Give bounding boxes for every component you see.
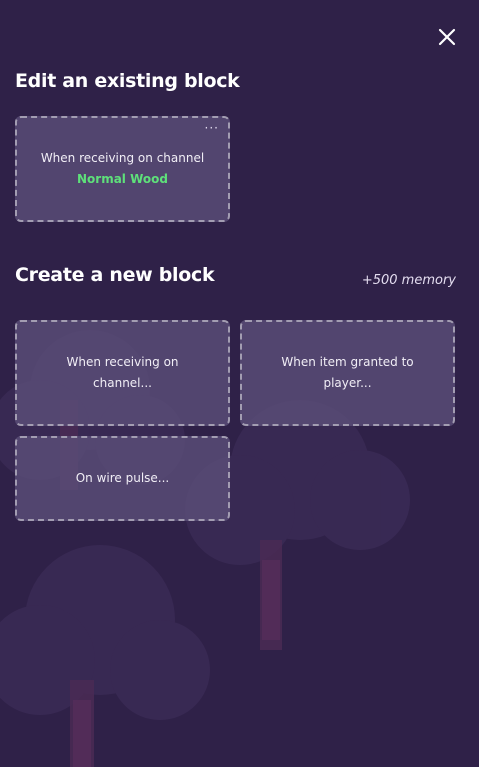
edit-section-title: Edit an existing block (15, 70, 240, 92)
option-label: When item granted to player... (281, 355, 414, 390)
new-block-option-item-granted[interactable]: When item granted to player... (240, 320, 455, 426)
memory-cost-label: +500 memory (361, 273, 456, 288)
option-label: On wire pulse... (75, 471, 170, 485)
new-block-option-channel[interactable]: When receiving on channel... (15, 320, 230, 426)
more-horizontal-icon[interactable]: ··· (205, 122, 219, 134)
create-section-title: Create a new block (15, 264, 215, 286)
existing-block-card[interactable]: ··· When receiving on channel Normal Woo… (15, 116, 230, 222)
new-block-option-wire-pulse[interactable]: On wire pulse... (15, 436, 230, 521)
option-label: When receiving on channel... (66, 355, 179, 390)
close-icon[interactable] (434, 24, 460, 50)
block-trigger-label: When receiving on channel (40, 151, 205, 165)
channel-name-label: Normal Wood (77, 172, 168, 186)
